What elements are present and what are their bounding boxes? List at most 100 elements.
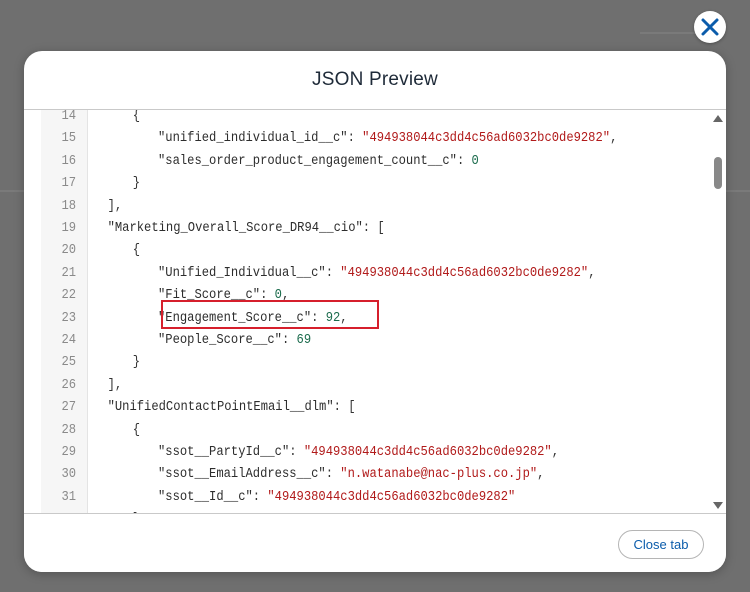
code-line: 16 "sales_order_product_engagement_count_… [41, 151, 644, 173]
code-line: 23 "Engagement_Score__c": 92, [41, 308, 644, 330]
code-line: 22 "Fit_Score__c": 0, [41, 285, 644, 307]
code-token-punc: } [132, 355, 141, 371]
code-content: "ssot__PartyId__c": "494938044c3dd4c56ad… [158, 442, 559, 464]
line-number: 24 [61, 333, 77, 348]
code-token-key: "sales_order_product_engagement_count__c… [158, 153, 457, 169]
code-token-str: "494938044c3dd4c56ad6032bc0de9282" [362, 131, 611, 147]
code-line: 18], [41, 196, 644, 218]
code-token-punc: { [132, 243, 141, 259]
code-token-punc: : [252, 489, 268, 505]
code-token-str: "494938044c3dd4c56ad6032bc0de9282" [303, 445, 552, 460]
line-number: 29 [61, 445, 77, 460]
code-line: 14 { [41, 110, 644, 128]
modal-title: JSON Preview [312, 69, 438, 90]
code-content: "unified_individual_id__c": "494938044c3… [158, 128, 617, 150]
code-content: "ssot__EmailAddress__c": "n.watanabe@nac… [158, 464, 544, 486]
editor-scrollbar[interactable] [710, 110, 726, 513]
code-content: "ssot__Id__c": "494938044c3dd4c56ad6032b… [158, 487, 515, 509]
code-token-punc: : [325, 265, 341, 281]
code-content: { [133, 420, 140, 442]
code-line: 19 "Marketing_Overall_Score_DR94__cio": [ [41, 218, 644, 240]
code-token-str: "494938044c3dd4c56ad6032bc0de9282" [340, 265, 589, 281]
close-tab-button[interactable]: Close tab [618, 530, 704, 559]
code-line: 17} [41, 173, 644, 195]
code-token-punc: , [281, 288, 290, 304]
code-line: 31 "ssot__Id__c": "494938044c3dd4c56ad603… [41, 487, 644, 509]
code-token-num: 69 [296, 333, 312, 348]
scroll-thumb[interactable] [714, 157, 722, 189]
code-line: 20 { [41, 240, 644, 262]
json-code-editor[interactable]: 14 {15 "unified_individual_id__c": "494938… [41, 110, 726, 513]
line-number: 20 [61, 243, 77, 259]
backdrop-text [0, 190, 24, 192]
code-token-punc: : [260, 288, 275, 304]
backdrop-text [726, 190, 750, 192]
line-number: 22 [61, 288, 77, 304]
json-preview-modal: JSON Preview 14 {15 "unified_individual_id… [24, 51, 726, 572]
code-token-punc: , [537, 467, 545, 483]
line-number: 26 [61, 377, 77, 393]
code-content: "Marketing_Overall_Score_DR94__cio": [ [108, 218, 385, 240]
code-content: } [133, 173, 140, 195]
close-icon [701, 18, 719, 36]
line-number: 28 [61, 422, 77, 438]
code-content: ], [108, 375, 123, 397]
backdrop-text [640, 32, 700, 34]
code-line: 21 "Unified_Individual__c": "494938044c3d… [41, 263, 644, 285]
code-content: "People_Score__c": 69 [158, 330, 311, 352]
code-content: "sales_order_product_engagement_count__c… [158, 151, 479, 173]
code-token-key: "ssot__Id__c" [158, 489, 253, 505]
code-token-num: 0 [471, 153, 479, 169]
code-content: { [133, 240, 140, 262]
code-token-punc: ], [107, 377, 123, 393]
code-line: 26], [41, 375, 644, 397]
code-token-key: "Fit_Score__c" [158, 288, 261, 304]
code-token-punc: , [610, 131, 618, 147]
code-token-punc: } [132, 176, 141, 192]
modal-header: JSON Preview [24, 51, 726, 110]
line-number: 19 [61, 221, 77, 236]
line-number: 21 [61, 265, 77, 281]
code-line: 15 "unified_individual_id__c": "494938044… [41, 128, 644, 150]
code-token-punc: , [588, 265, 596, 281]
code-token-key: "Marketing_Overall_Score_DR94__cio" [107, 221, 363, 236]
line-number: 17 [61, 176, 77, 192]
line-number: 27 [61, 400, 77, 416]
code-token-punc: : [281, 333, 297, 348]
code-token-key: "UnifiedContactPointEmail__dlm" [107, 400, 334, 416]
line-number: 16 [61, 153, 77, 169]
close-modal-button[interactable] [694, 11, 726, 43]
code-token-punc: ], [107, 198, 123, 214]
code-token-key: "People_Score__c" [158, 333, 282, 348]
code-token-key: "Engagement_Score__c" [158, 310, 312, 326]
code-content: "Engagement_Score__c": 92, [158, 308, 348, 330]
code-token-punc: { [132, 422, 141, 438]
line-number: 30 [61, 467, 77, 483]
code-token-num: 92 [325, 310, 341, 326]
line-number: 23 [61, 310, 77, 326]
code-token-punc: : [289, 445, 304, 460]
code-token-punc: : [325, 467, 341, 483]
code-token-punc: , [340, 310, 348, 326]
code-token-punc: { [132, 110, 141, 124]
code-line: 30 "ssot__EmailAddress__c": "n.watanabe@n… [41, 464, 644, 486]
code-token-num: 0 [274, 288, 282, 304]
code-content: "UnifiedContactPointEmail__dlm": [ [108, 397, 356, 419]
code-line: 25} [41, 352, 644, 374]
line-number: 14 [61, 110, 77, 124]
line-number: 15 [61, 131, 77, 147]
code-token-punc: : [ [333, 400, 356, 416]
line-number: 25 [61, 355, 77, 371]
code-token-str: "n.watanabe@nac-plus.co.jp" [340, 467, 538, 483]
line-number: 18 [61, 198, 77, 214]
code-token-key: "Unified_Individual__c" [158, 265, 326, 281]
code-line: 27 "UnifiedContactPointEmail__dlm": [ [41, 397, 644, 419]
code-content: "Unified_Individual__c": "494938044c3dd4… [158, 263, 595, 285]
scroll-down-arrow-icon[interactable] [713, 502, 723, 509]
code-token-key: "ssot__PartyId__c" [158, 445, 290, 460]
code-line: 29 "ssot__PartyId__c": "494938044c3dd4c56… [41, 442, 644, 464]
code-line: 24 "People_Score__c": 69 [41, 330, 644, 352]
code-content: } [133, 352, 140, 374]
scroll-up-arrow-icon[interactable] [713, 115, 723, 122]
code-content: { [133, 110, 140, 128]
